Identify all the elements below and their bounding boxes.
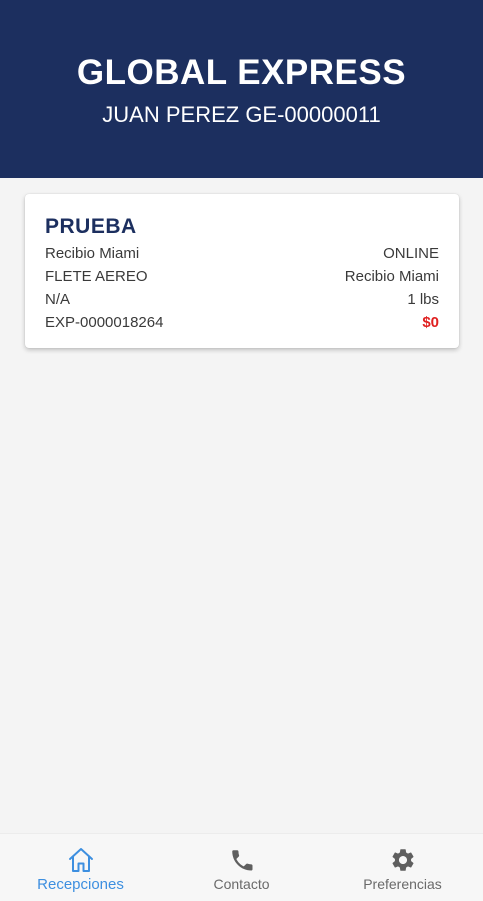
- reception-location: Recibio Miami: [344, 268, 439, 285]
- phone-icon: [227, 845, 257, 875]
- reception-amount: $0: [422, 314, 439, 331]
- bottom-navigation: Recepciones Contacto Preferencias: [0, 833, 483, 901]
- reception-tracking-number: EXP-0000018264: [45, 314, 164, 331]
- reception-row: FLETE AEREO Recibio Miami: [45, 265, 439, 288]
- user-account-line: JUAN PEREZ GE-00000011: [102, 102, 381, 127]
- reception-title: PRUEBA: [45, 215, 137, 238]
- nav-item-recepciones[interactable]: Recepciones: [0, 834, 161, 901]
- app-title: GLOBAL EXPRESS: [76, 53, 407, 92]
- nav-item-preferencias[interactable]: Preferencias: [322, 834, 483, 901]
- reception-row: EXP-0000018264 $0: [45, 311, 439, 334]
- reception-row: N/A 1 lbs: [45, 288, 439, 311]
- reception-status: Recibio Miami: [45, 245, 140, 262]
- nav-item-contacto[interactable]: Contacto: [161, 834, 322, 901]
- reception-card[interactable]: PRUEBA Recibio Miami ONLINE FLETE AEREO …: [25, 194, 459, 348]
- gear-icon: [388, 845, 418, 875]
- home-icon: [66, 845, 96, 875]
- reception-weight: 1 lbs: [407, 291, 439, 308]
- reception-row: Recibio Miami ONLINE: [45, 242, 439, 265]
- reception-reference: N/A: [45, 291, 71, 308]
- nav-label: Recepciones: [37, 876, 124, 893]
- reception-freight-type: FLETE AEREO: [45, 268, 148, 285]
- nav-label: Preferencias: [363, 876, 442, 892]
- nav-label: Contacto: [213, 876, 270, 892]
- reception-source: ONLINE: [383, 245, 439, 262]
- app-header: GLOBAL EXPRESS JUAN PEREZ GE-00000011: [0, 0, 483, 178]
